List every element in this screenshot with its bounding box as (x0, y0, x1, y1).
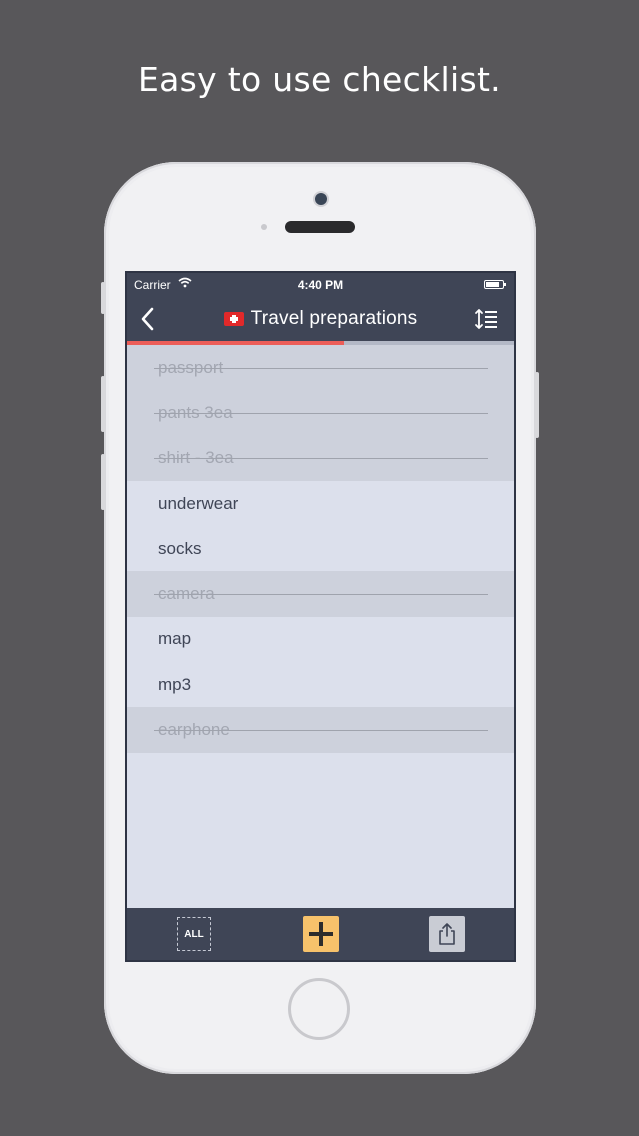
strikethrough-line (154, 730, 488, 732)
checklist-item[interactable]: shirt - 3ea (127, 435, 514, 481)
back-button[interactable] (135, 305, 159, 333)
strikethrough-line (154, 367, 488, 369)
checklist-item[interactable]: pants 3ea (127, 390, 514, 436)
status-bar: Carrier 4:40 PM (127, 273, 514, 297)
checklist-item-label: underwear (158, 493, 239, 513)
power-button (535, 372, 539, 438)
share-button[interactable] (429, 916, 465, 952)
checklist-item[interactable]: mp3 (127, 662, 514, 707)
checklist-item-label: socks (158, 538, 202, 558)
strikethrough-line (154, 458, 488, 460)
strikethrough-line (154, 412, 488, 414)
checklist: passport pants 3ea shirt - 3ea underwear soc… (127, 345, 514, 753)
sort-button[interactable] (474, 307, 500, 331)
checklist-item-label: map (158, 629, 192, 649)
nav-bar: Travel preparations (127, 297, 514, 341)
checklist-item[interactable]: camera (127, 571, 514, 617)
add-item-button[interactable] (303, 916, 339, 952)
sort-list-icon (475, 309, 497, 329)
page-title: Travel preparations (250, 308, 418, 329)
checklist-item[interactable]: passport (127, 345, 514, 391)
checklist-item[interactable]: earphone (127, 707, 514, 753)
promo-caption: Easy to use checklist. (138, 60, 501, 99)
proximity-sensor (261, 224, 267, 230)
app-screen: Carrier 4:40 PM Travel preparations pass… (125, 271, 516, 962)
front-camera (315, 193, 327, 205)
checklist-item-label: mp3 (158, 674, 192, 694)
bottom-toolbar: ALL (127, 908, 514, 960)
share-icon (439, 923, 455, 945)
volume-down-button (101, 454, 105, 510)
home-button[interactable] (288, 978, 350, 1040)
chevron-left-icon (141, 307, 154, 331)
show-all-button[interactable]: ALL (177, 917, 211, 951)
earpiece-speaker (285, 221, 355, 233)
battery-icon (484, 280, 506, 289)
strikethrough-line (154, 594, 488, 596)
status-time: 4:40 PM (297, 278, 344, 292)
volume-up-button (101, 376, 105, 432)
mute-switch (101, 282, 105, 314)
checklist-item[interactable]: socks (127, 526, 514, 571)
checklist-item[interactable]: underwear (127, 481, 514, 526)
checklist-item[interactable]: map (127, 617, 514, 662)
nav-title-group: Travel preparations (187, 297, 454, 341)
swiss-flag-icon (223, 312, 244, 326)
